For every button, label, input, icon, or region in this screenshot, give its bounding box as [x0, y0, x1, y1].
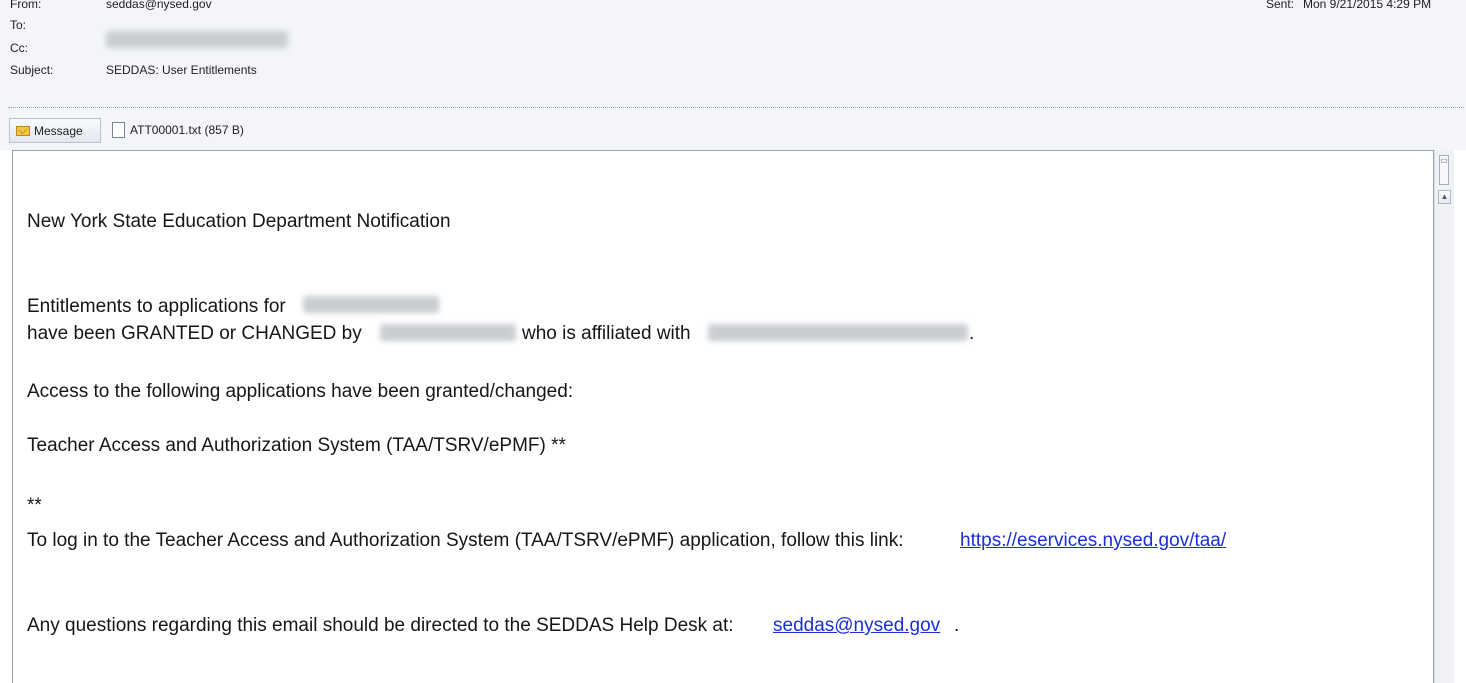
login-instructions: To log in to the Teacher Access and Auth…	[27, 530, 904, 551]
attachment-label: ATT00001.txt (857 B)	[130, 123, 244, 137]
subject-value: SEDDAS: User Entitlements	[106, 63, 257, 77]
subject-label: Subject:	[10, 63, 54, 77]
notification-heading: New York State Education Department Noti…	[27, 211, 451, 232]
affiliated-text: who is affiliated with	[522, 323, 691, 344]
organization-redacted	[708, 324, 968, 341]
entitlements-line: Entitlements to applications for	[27, 296, 286, 317]
help-desk-email-link[interactable]: seddas@nysed.gov	[773, 615, 940, 637]
questions-line: Any questions regarding this email shoul…	[27, 615, 734, 636]
questions-line-period: .	[954, 615, 960, 636]
application-name: Teacher Access and Authorization System …	[27, 435, 566, 456]
message-tab[interactable]: Message	[9, 118, 101, 143]
taa-login-link[interactable]: https://eservices.nysed.gov/taa/	[960, 530, 1226, 552]
sent-label: Sent:	[1266, 0, 1295, 11]
cc-label: Cc:	[10, 41, 28, 55]
split-view-icon[interactable]: ▭	[1439, 155, 1449, 185]
attachment-tab[interactable]: ATT00001.txt (857 B)	[112, 119, 244, 141]
to-recipient-redacted[interactable]	[106, 31, 288, 48]
access-line: Access to the following applications hav…	[27, 381, 574, 402]
footnote-stars: **	[27, 495, 42, 516]
message-header: From: seddas@nysed.gov To: Cc: Subject: …	[0, 0, 1466, 150]
scroll-up-arrow-icon[interactable]: ▲	[1438, 190, 1451, 204]
message-tab-label: Message	[34, 123, 83, 138]
text-file-icon	[112, 122, 125, 138]
to-label: To:	[10, 18, 27, 32]
user-name-redacted	[303, 296, 439, 313]
granted-line: have been GRANTED or CHANGED by	[27, 323, 362, 344]
from-label: From:	[10, 0, 42, 11]
envelope-icon	[16, 125, 30, 136]
vertical-scrollbar[interactable]: ▭ ▲	[1434, 150, 1454, 683]
granted-line-period: .	[969, 323, 975, 344]
sent-date: Mon 9/21/2015 4:29 PM	[1303, 0, 1432, 11]
header-divider	[8, 107, 1464, 108]
granter-name-redacted	[380, 324, 516, 341]
from-address[interactable]: seddas@nysed.gov	[106, 0, 212, 11]
